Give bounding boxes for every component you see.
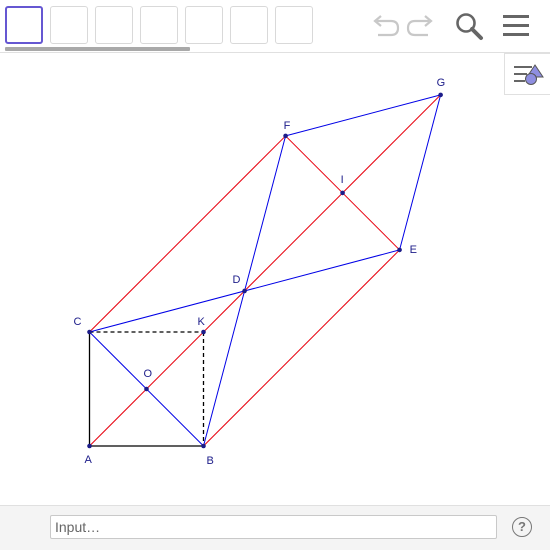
tool-line[interactable]	[95, 6, 133, 44]
point-label-C: C	[74, 316, 82, 328]
point-label-K: K	[198, 316, 206, 328]
segment-GE[interactable]	[399, 94, 442, 251]
point-label-E: E	[410, 244, 417, 256]
point-K[interactable]	[201, 329, 206, 335]
segment-CF[interactable]	[89, 135, 286, 333]
segment-FG[interactable]	[285, 94, 441, 137]
redo-button[interactable]	[404, 12, 438, 40]
input-bar: ?	[0, 505, 550, 550]
tool-polygon[interactable]	[185, 6, 223, 44]
tool-perpendicular[interactable]	[140, 6, 178, 44]
construction-canvas[interactable]: A B C K O D E F G I	[0, 53, 550, 505]
algebra-view-toggle[interactable]	[504, 53, 550, 95]
help-icon: ?	[518, 519, 526, 534]
algebra-view-icon	[514, 64, 544, 85]
point-B[interactable]	[201, 443, 206, 449]
help-button[interactable]: ?	[512, 517, 532, 537]
point-E[interactable]	[397, 247, 402, 253]
undo-icon	[373, 15, 400, 37]
point-I[interactable]	[340, 190, 345, 196]
graphics-view[interactable]: A B C K O D E F G I	[0, 53, 550, 505]
undo-button[interactable]	[368, 12, 402, 40]
tool-point[interactable]	[50, 6, 88, 44]
redo-icon	[406, 15, 433, 37]
hamburger-menu-icon	[503, 15, 529, 36]
point-G[interactable]	[438, 92, 443, 98]
main-menu-button[interactable]	[500, 12, 532, 40]
toolbar-scrollbar-thumb[interactable]	[5, 47, 190, 51]
segment-AG[interactable]	[89, 94, 441, 447]
search-icon	[456, 13, 483, 40]
point-label-A: A	[85, 454, 93, 466]
point-A[interactable]	[87, 443, 92, 449]
point-label-I: I	[341, 174, 344, 186]
algebra-input[interactable]	[50, 515, 497, 539]
point-label-B: B	[207, 455, 214, 467]
tool-circle[interactable]	[230, 6, 268, 44]
point-label-O: O	[144, 368, 153, 380]
toolbar	[0, 0, 550, 52]
point-label-F: F	[284, 120, 291, 132]
tool-move[interactable]	[5, 6, 43, 44]
toolbar-scrollbar[interactable]	[5, 47, 315, 51]
point-label-D: D	[233, 274, 241, 286]
point-F[interactable]	[283, 133, 288, 139]
point-label-G: G	[437, 77, 446, 89]
search-button[interactable]	[452, 10, 486, 42]
point-D[interactable]	[242, 288, 247, 294]
tool-angle[interactable]	[275, 6, 313, 44]
point-O[interactable]	[144, 386, 149, 392]
point-C[interactable]	[87, 329, 92, 335]
